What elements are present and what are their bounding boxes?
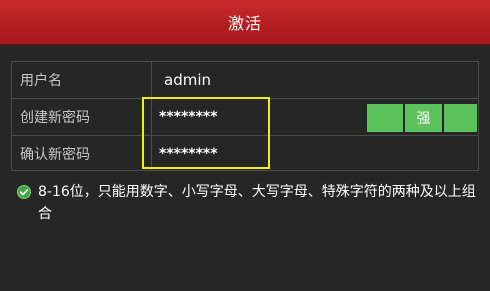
dialog-title: 激活 [227, 14, 262, 33]
username-row: 用户名 admin [12, 62, 478, 98]
username-field[interactable]: admin [164, 71, 211, 89]
strength-segment-weak [367, 104, 403, 132]
strength-segment-strong [444, 104, 477, 132]
new-password-label: 创建新密码 [20, 110, 90, 126]
check-circle-icon [17, 184, 31, 199]
password-hint-text: 8-16位，只能用数字、小写字母、大写字母、特殊字符的两种及以上组合 [38, 184, 476, 222]
password-highlight-box [142, 97, 270, 169]
strength-segment-medium: 强 [405, 104, 442, 132]
username-label: 用户名 [20, 73, 62, 89]
confirm-password-label: 确认新密码 [20, 147, 90, 163]
password-hint: 8-16位，只能用数字、小写字母、大写字母、特殊字符的两种及以上组合 [17, 181, 477, 225]
dialog-title-bar: 激活 [0, 0, 490, 45]
activation-dialog: 激活 用户名 admin 创建新密码 ******** 确认新密码 ******… [0, 0, 490, 291]
strength-label: 强 [416, 111, 431, 127]
password-strength-meter: 强 [367, 104, 477, 132]
